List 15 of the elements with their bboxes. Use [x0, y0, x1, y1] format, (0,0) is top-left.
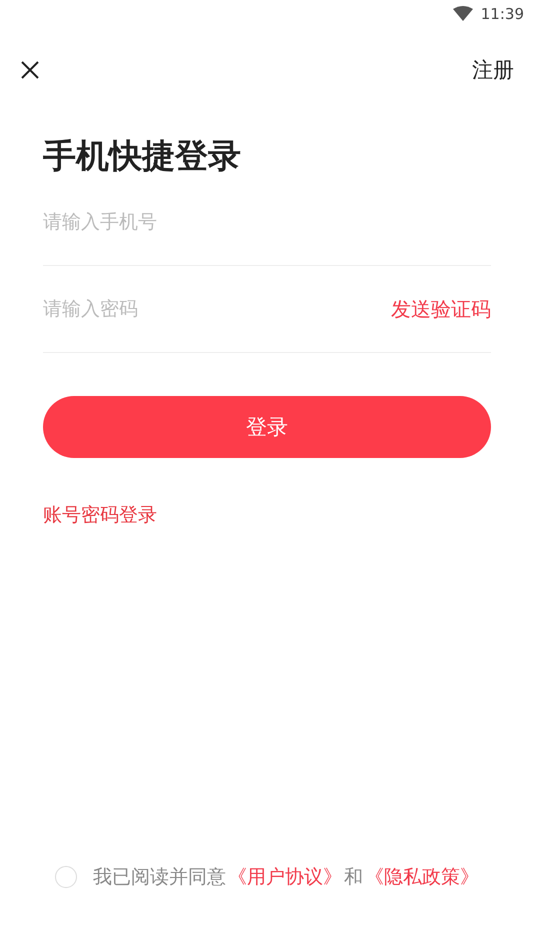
wifi-icon [452, 6, 473, 22]
terms-link[interactable]: 《用户协议》 [228, 864, 342, 890]
privacy-link[interactable]: 《隐私政策》 [365, 864, 479, 890]
page-title: 手机快捷登录 [43, 135, 242, 177]
input-field[interactable]: 请输入密码 [43, 298, 391, 320]
login-button[interactable]: 登录 [43, 396, 491, 458]
account-login-link[interactable]: 账号密码登录 [43, 502, 157, 528]
input-field[interactable]: 请输入手机号 [43, 211, 491, 233]
status-time: 11:39 [480, 5, 524, 23]
send-code-button[interactable]: 发送验证码 [391, 296, 491, 322]
agree-checkbox[interactable] [55, 866, 77, 888]
and-text: 和 [344, 865, 363, 890]
close-icon[interactable] [20, 60, 40, 80]
register-button[interactable]: 注册 [472, 56, 514, 84]
agreement-text: 我已阅读并同意 [93, 865, 226, 890]
